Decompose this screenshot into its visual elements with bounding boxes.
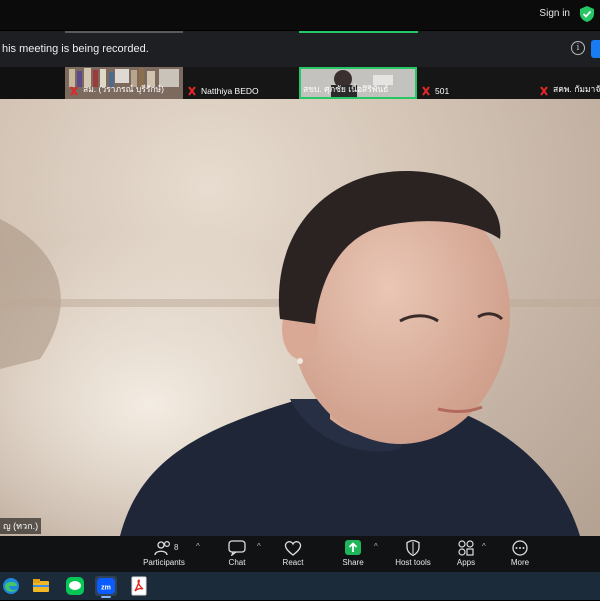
react-label: React — [282, 558, 304, 567]
speaker-video-frame — [0, 99, 600, 536]
participant-name: สขบ. ศุภชัย เนื่อสิริพันธ์ — [303, 84, 389, 94]
participants-label: Participants — [143, 558, 185, 567]
line-icon[interactable] — [64, 576, 86, 596]
participant-tile[interactable]: สม. (วราภรณ์ บุรีรักษ์) — [65, 67, 183, 99]
muted-mic-icon — [188, 86, 196, 96]
muted-mic-icon — [540, 86, 548, 96]
speaker-video: ญ (ทวก.) — [0, 99, 600, 536]
share-caret-icon[interactable]: ^ — [374, 542, 378, 551]
participant-tile[interactable]: สคพ. กัมมาจักร — [535, 67, 600, 99]
share-button[interactable]: Share — [338, 536, 368, 572]
participant-name: สคพ. กัมมาจักร — [553, 84, 600, 94]
participants-caret-icon[interactable]: ^ — [196, 542, 200, 551]
window-top-bar: Sign in — [0, 0, 600, 30]
participant-tile[interactable]: 501 — [417, 67, 535, 99]
participant-name: Natthiya BEDO — [201, 86, 259, 96]
meeting-toolbar: Participants 8 ^ Chat ^ React Share ^ Ho… — [0, 536, 600, 572]
zoom-taskbar-button[interactable]: zm — [95, 576, 117, 598]
participant-strip: สม. (วราภรณ์ บุรีรักษ์) Natthiya BEDO สข… — [0, 67, 600, 99]
info-icon[interactable]: i — [571, 41, 585, 55]
participant-name: 501 — [435, 86, 450, 96]
recording-action-button[interactable] — [591, 40, 600, 58]
participants-count: 8 — [174, 543, 179, 552]
participants-icon — [154, 540, 171, 556]
zoom-icon: zm — [97, 578, 115, 594]
file-explorer-icon[interactable] — [30, 576, 52, 596]
apps-button[interactable]: Apps — [452, 536, 480, 572]
sign-in-link[interactable]: Sign in — [539, 8, 570, 19]
more-button[interactable]: More — [506, 536, 534, 572]
recording-message: his meeting is being recorded. — [2, 43, 149, 55]
active-speaker-indicator — [299, 31, 418, 33]
security-shield-icon[interactable] — [580, 6, 594, 22]
chat-button[interactable]: Chat — [222, 536, 252, 572]
speaker-name-label: ญ (ทวก.) — [0, 518, 42, 534]
participants-button[interactable]: Participants — [140, 536, 188, 572]
windows-taskbar: zm — [0, 572, 600, 600]
svg-text:zm: zm — [101, 585, 111, 592]
react-button[interactable]: React — [278, 536, 308, 572]
chat-icon — [228, 540, 246, 556]
gallery-tab-indicator — [65, 31, 183, 33]
share-label: Share — [342, 558, 364, 567]
shield-icon — [406, 540, 420, 556]
recording-banner: his meeting is being recorded. i — [0, 31, 600, 67]
more-icon — [512, 540, 528, 556]
participant-tile[interactable]: Natthiya BEDO — [183, 67, 299, 99]
apps-caret-icon[interactable]: ^ — [482, 542, 486, 551]
heart-icon — [284, 541, 302, 556]
apps-label: Apps — [456, 558, 476, 567]
acrobat-icon[interactable] — [128, 576, 150, 596]
chat-caret-icon[interactable]: ^ — [257, 542, 261, 551]
host-tools-button[interactable]: Host tools — [392, 536, 434, 572]
host-tools-label: Host tools — [395, 558, 431, 567]
edge-icon[interactable] — [0, 576, 22, 596]
active-app-indicator — [101, 596, 111, 598]
more-label: More — [510, 558, 530, 567]
share-screen-icon — [345, 540, 361, 555]
participant-tile-active[interactable]: สขบ. ศุภชัย เนื่อสิริพันธ์ — [299, 67, 417, 99]
participant-name: สม. (วราภรณ์ บุรีรักษ์) — [83, 84, 164, 94]
muted-mic-icon — [422, 86, 430, 96]
chat-label: Chat — [228, 558, 246, 567]
apps-icon — [458, 540, 474, 556]
muted-mic-icon — [70, 86, 78, 96]
